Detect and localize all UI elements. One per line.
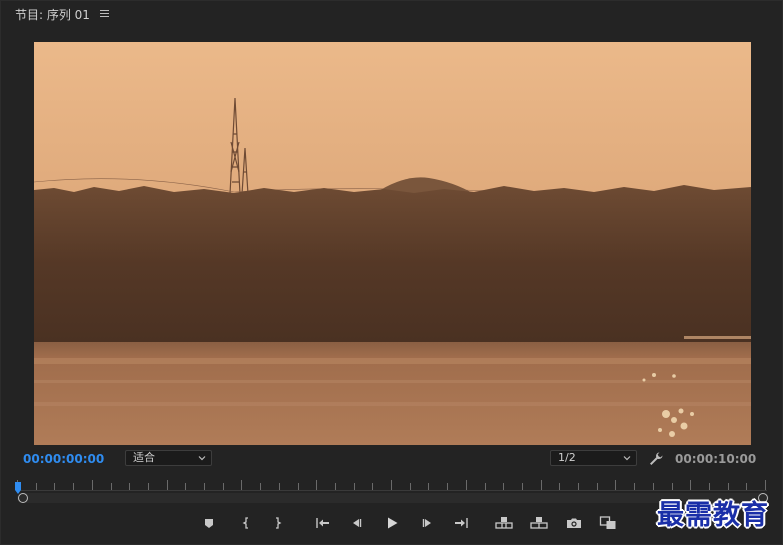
go-to-out-button[interactable] bbox=[451, 513, 471, 533]
ruler-tick bbox=[334, 483, 336, 490]
zoom-level-select[interactable]: 适合 bbox=[125, 450, 212, 466]
step-forward-button[interactable] bbox=[418, 513, 438, 533]
ruler-tick bbox=[465, 480, 467, 490]
mark-out-icon bbox=[276, 517, 282, 529]
ruler-tick bbox=[634, 483, 636, 490]
ruler-tick bbox=[521, 483, 523, 490]
ruler-tick bbox=[54, 483, 56, 490]
chevron-down-icon bbox=[623, 456, 631, 461]
ruler-tick bbox=[166, 480, 168, 490]
mark-out-button[interactable] bbox=[268, 513, 288, 533]
ruler-tick bbox=[222, 483, 224, 490]
ruler-tick bbox=[110, 483, 112, 490]
extract-icon bbox=[530, 517, 548, 529]
ruler-tick bbox=[559, 483, 561, 490]
camera-icon bbox=[567, 518, 581, 528]
marker-icon bbox=[205, 519, 213, 528]
panel-title[interactable]: 节目: 序列 01 bbox=[15, 7, 90, 23]
video-frame-image bbox=[34, 42, 751, 445]
comparison-view-button[interactable] bbox=[598, 513, 618, 533]
playback-resolution-select[interactable]: 1/2 bbox=[550, 450, 637, 466]
ruler-tick bbox=[578, 483, 579, 490]
add-marker-button[interactable] bbox=[199, 513, 219, 533]
current-timecode[interactable]: 00:00:00:00 bbox=[23, 451, 104, 467]
step-back-icon bbox=[353, 519, 362, 527]
hamburger-menu-icon[interactable] bbox=[100, 10, 110, 19]
panel-header: 节目: 序列 01 bbox=[1, 1, 783, 29]
ruler-tick bbox=[73, 483, 75, 490]
ruler-tick bbox=[765, 480, 766, 490]
extract-button[interactable] bbox=[529, 513, 549, 533]
zoom-scroll-handle-left[interactable] bbox=[18, 493, 28, 503]
ruler-tick bbox=[690, 480, 692, 490]
ruler-tick bbox=[727, 483, 729, 490]
ruler-baseline bbox=[17, 490, 767, 491]
export-frame-button[interactable] bbox=[564, 513, 584, 533]
comparison-icon bbox=[599, 516, 616, 529]
time-ruler[interactable] bbox=[17, 477, 767, 491]
mark-in-button[interactable] bbox=[236, 513, 256, 533]
ruler-tick bbox=[241, 480, 243, 490]
ruler-tick bbox=[91, 480, 93, 490]
zoom-level-value: 适合 bbox=[133, 451, 155, 464]
chevron-down-icon bbox=[198, 456, 206, 461]
step-forward-icon bbox=[422, 519, 431, 527]
ruler-tick bbox=[129, 483, 131, 490]
ruler-tick bbox=[185, 483, 187, 490]
ruler-tick bbox=[671, 483, 673, 490]
ruler-tick bbox=[615, 480, 617, 490]
ruler-tick bbox=[35, 483, 37, 490]
lift-button[interactable] bbox=[494, 513, 514, 533]
playhead-icon[interactable] bbox=[15, 479, 21, 494]
ruler-tick bbox=[428, 483, 430, 490]
ruler-tick bbox=[596, 483, 598, 490]
go-to-out-icon bbox=[455, 518, 468, 528]
ruler-tick bbox=[708, 483, 710, 490]
go-to-in-button[interactable] bbox=[313, 513, 333, 533]
ruler-tick bbox=[391, 480, 392, 490]
ruler-tick bbox=[353, 483, 355, 490]
wrench-icon[interactable] bbox=[648, 451, 664, 467]
ruler-tick bbox=[746, 483, 748, 490]
program-monitor-panel: 节目: 序列 01 00:00:00:00 适合 1/2 00:00:10:00… bbox=[0, 0, 783, 545]
ruler-tick bbox=[372, 483, 374, 490]
ruler-tick bbox=[447, 483, 449, 490]
ruler-tick bbox=[409, 483, 411, 490]
step-back-button[interactable] bbox=[346, 513, 366, 533]
ruler-tick bbox=[652, 483, 654, 490]
ruler-tick bbox=[484, 483, 486, 490]
watermark-logo: 最需教育 bbox=[657, 500, 769, 531]
play-icon bbox=[388, 517, 398, 529]
resolution-value: 1/2 bbox=[558, 451, 576, 464]
ruler-tick bbox=[260, 483, 262, 490]
ruler-tick bbox=[297, 483, 299, 490]
ruler-tick bbox=[503, 483, 505, 490]
video-preview[interactable] bbox=[34, 42, 751, 445]
duration-timecode: 00:00:10:00 bbox=[675, 452, 757, 466]
ruler-tick bbox=[540, 480, 542, 490]
ruler-tick bbox=[147, 483, 149, 490]
play-button[interactable] bbox=[382, 513, 402, 533]
lift-icon bbox=[495, 517, 513, 529]
ruler-tick bbox=[316, 480, 318, 490]
ruler-tick bbox=[204, 483, 205, 490]
go-to-in-icon bbox=[316, 518, 329, 528]
ruler-tick bbox=[278, 483, 280, 490]
mark-in-icon bbox=[242, 517, 248, 529]
